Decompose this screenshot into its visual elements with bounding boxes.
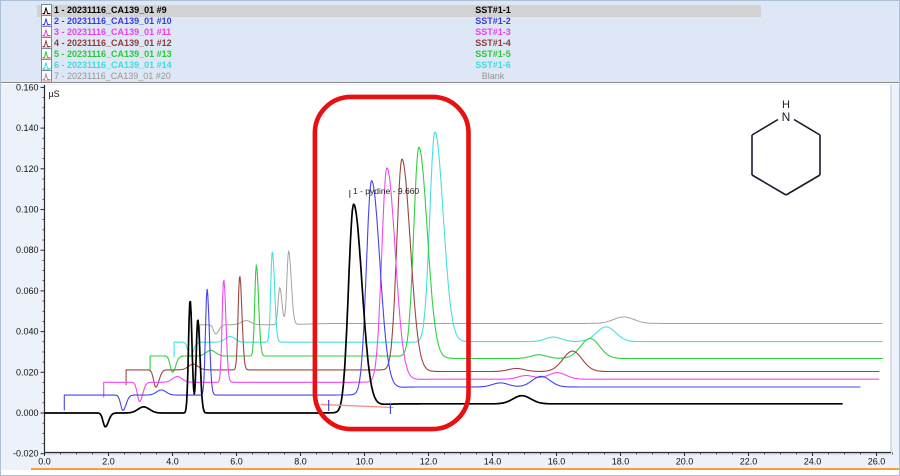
legend-row-7[interactable]: 7 - 20231116_CA139_01 #20 Blank [1, 71, 900, 82]
y-tick-label: -0.020 [13, 449, 39, 459]
legend-row-4[interactable]: 4 - 20231116_CA139_01 #12 SST#1-4 [1, 38, 900, 49]
legend-panel: 1 - 20231116_CA139_01 #9SST#1-12 - 20231… [1, 1, 900, 82]
legend-sample-name: 5 - 20231116_CA139_01 #13 [54, 49, 172, 60]
x-tick-label: 8.0 [294, 457, 307, 467]
legend-row-5[interactable]: 5 - 20231116_CA139_01 #13 SST#1-5 [1, 49, 900, 60]
x-tick-label: 2.0 [102, 457, 115, 467]
legend-row-6[interactable]: 6 - 20231116_CA139_01 #14 SST#1-6 [1, 60, 900, 71]
legend-sample-name: 4 - 20231116_CA139_01 #12 [54, 38, 172, 49]
legend-sst-label: SST#1-4 [453, 38, 533, 49]
legend-sample-name: 3 - 20231116_CA139_01 #11 [54, 27, 171, 38]
y-tick-label: 0.000 [16, 408, 39, 418]
legend-sst-label: SST#1-3 [453, 27, 533, 38]
x-tick-label: 26.0 [868, 457, 886, 467]
x-tick-label: 4.0 [166, 457, 179, 467]
y-tick-label: 0.160 [16, 83, 39, 92]
piperidine-structure: H N [746, 97, 826, 202]
x-tick-label: 12.0 [420, 457, 438, 467]
y-tick-label: 0.140 [16, 123, 39, 133]
legend-row-2[interactable]: 2 - 20231116_CA139_01 #10 SST#1-2 [1, 16, 900, 27]
y-tick-label: 0.060 [16, 286, 39, 296]
y-unit-label: µS [49, 89, 60, 99]
hexagon-ring [752, 120, 820, 196]
legend-sample-name: 6 - 20231116_CA139_01 #14 [54, 60, 172, 71]
legend-sample-name: 1 - 20231116_CA139_01 #9 [54, 5, 167, 16]
x-tick-label: 22.0 [740, 457, 758, 467]
nitrogen-label: N [782, 110, 791, 124]
y-tick-label: 0.080 [16, 245, 39, 255]
legend-sst-label: SST#1-5 [453, 49, 533, 60]
x-tick-label: 6.0 [230, 457, 243, 467]
y-tick-label: 0.120 [16, 164, 39, 174]
x-tick-label: 0.0 [38, 457, 51, 467]
legend-sample-name: 2 - 20231116_CA139_01 #10 [54, 16, 172, 27]
legend-sst-label: SST#1-6 [453, 60, 533, 71]
legend-row-3[interactable]: 3 - 20231116_CA139_01 #11 SST#1-3 [1, 27, 900, 38]
y-tick-label: 0.100 [16, 205, 39, 215]
peak-annotation-label: 1 - pydine - 9.660 [353, 186, 419, 196]
x-tick-label: 16.0 [548, 457, 566, 467]
x-tick-label: 24.0 [804, 457, 822, 467]
legend-sample-name: 7 - 20231116_CA139_01 #20 [54, 71, 171, 82]
bottom-margin [1, 470, 900, 476]
x-tick-label: 18.0 [612, 457, 630, 467]
legend-sst-label: SST#1-2 [453, 16, 533, 27]
chromatogram-window: 1 - 20231116_CA139_01 #9SST#1-12 - 20231… [0, 0, 900, 476]
x-tick-label: 14.0 [484, 457, 502, 467]
x-tick-label: 10.0 [356, 457, 374, 467]
x-tick-label: 20.0 [676, 457, 694, 467]
legend-row-1[interactable]: 1 - 20231116_CA139_01 #9 SST#1-1 [1, 5, 900, 16]
y-tick-label: 0.020 [16, 367, 39, 377]
legend-sst-label: Blank [453, 71, 533, 82]
y-tick-label: 0.040 [16, 327, 39, 337]
legend-sst-label: SST#1-1 [453, 5, 533, 16]
